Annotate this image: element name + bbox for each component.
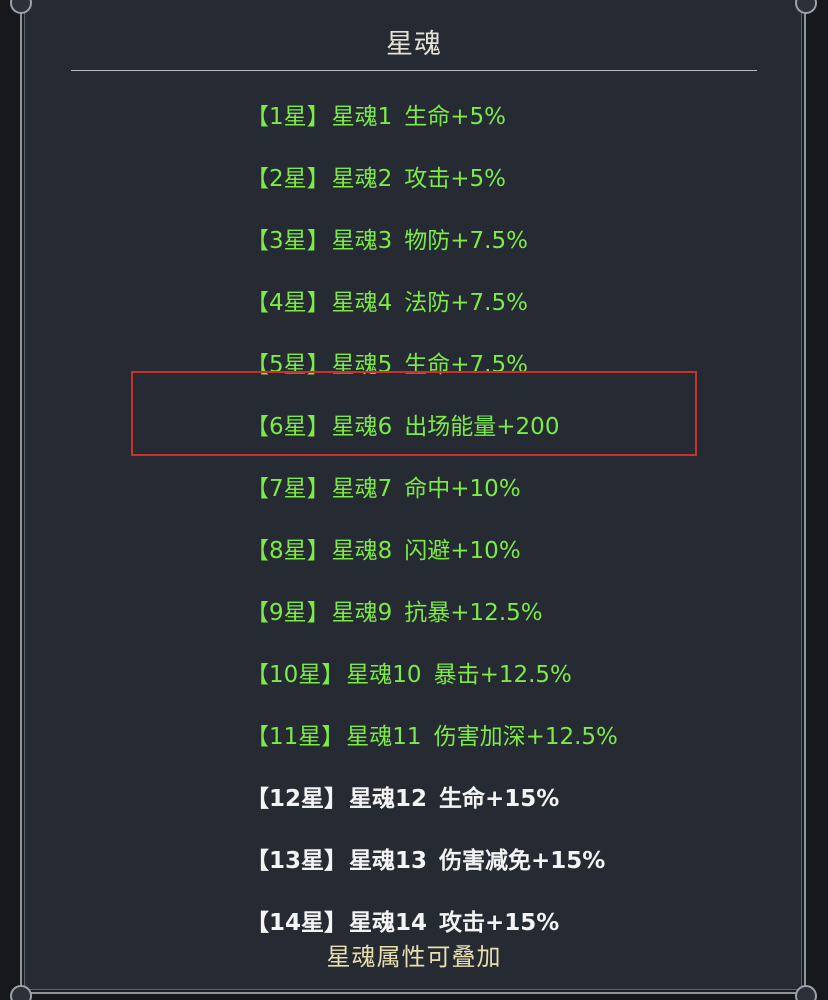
- star-soul-list: 【1星】 星魂1 生命+5% 【2星】 星魂2 攻击+5% 【3星】 星魂3 物…: [246, 83, 618, 951]
- tier-label: 【1星】: [246, 104, 330, 130]
- soul-name: 星魂9: [331, 600, 393, 626]
- list-item: 【2星】 星魂2 攻击+5%: [246, 145, 618, 207]
- soul-effect: 暴击+12.5%: [433, 662, 572, 688]
- soul-effect: 伤害加深+12.5%: [433, 724, 618, 750]
- tier-label: 【10星】: [246, 662, 345, 688]
- tier-label: 【11星】: [246, 724, 345, 750]
- soul-name: 星魂1: [331, 104, 393, 130]
- soul-name: 星魂13: [349, 848, 428, 874]
- soul-name: 星魂14: [349, 910, 428, 936]
- soul-effect: 伤害减免+15%: [439, 848, 606, 874]
- soul-effect: 攻击+5%: [404, 166, 507, 192]
- soul-name: 星魂10: [346, 662, 422, 688]
- soul-effect: 法防+7.5%: [404, 290, 528, 316]
- tier-label: 【9星】: [246, 600, 330, 626]
- list-item: 【12星】 星魂12 生命+15%: [246, 765, 618, 827]
- list-item: 【9星】 星魂9 抗暴+12.5%: [246, 579, 618, 641]
- soul-name: 星魂8: [331, 538, 393, 564]
- soul-effect: 命中+10%: [404, 476, 521, 502]
- list-item: 【1星】 星魂1 生命+5%: [246, 83, 618, 145]
- soul-effect: 闪避+10%: [404, 538, 521, 564]
- corner-ornament-icon: [795, 985, 817, 1000]
- highlight-box: [131, 371, 697, 456]
- list-item: 【7星】 星魂7 命中+10%: [246, 455, 618, 517]
- soul-name: 星魂7: [331, 476, 393, 502]
- tier-label: 【14星】: [246, 910, 348, 936]
- tier-label: 【4星】: [246, 290, 330, 316]
- tier-label: 【2星】: [246, 166, 330, 192]
- soul-name: 星魂12: [349, 786, 428, 812]
- list-item: 【10星】 星魂10 暴击+12.5%: [246, 641, 618, 703]
- list-item: 【13星】 星魂13 伤害减免+15%: [246, 827, 618, 889]
- soul-effect: 生命+15%: [439, 786, 560, 812]
- soul-name: 星魂4: [331, 290, 393, 316]
- soul-name: 星魂2: [331, 166, 393, 192]
- title-divider: [71, 70, 757, 71]
- tier-label: 【3星】: [246, 228, 330, 254]
- soul-effect: 抗暴+12.5%: [404, 600, 543, 626]
- soul-name: 星魂11: [346, 724, 422, 750]
- tier-label: 【12星】: [246, 786, 348, 812]
- tier-label: 【8星】: [246, 538, 330, 564]
- list-item: 【11星】 星魂11 伤害加深+12.5%: [246, 703, 618, 765]
- list-item: 【3星】 星魂3 物防+7.5%: [246, 207, 618, 269]
- list-item: 【4星】 星魂4 法防+7.5%: [246, 269, 618, 331]
- panel-title: 星魂: [386, 29, 442, 60]
- corner-ornament-icon: [10, 985, 32, 1000]
- soul-name: 星魂3: [331, 228, 393, 254]
- tier-label: 【7星】: [246, 476, 330, 502]
- tier-label: 【13星】: [246, 848, 348, 874]
- list-item: 【8星】 星魂8 闪避+10%: [246, 517, 618, 579]
- soul-effect: 攻击+15%: [439, 910, 560, 936]
- stacking-note: 星魂属性可叠加: [326, 943, 502, 971]
- soul-effect: 生命+5%: [404, 104, 507, 130]
- soul-effect: 物防+7.5%: [404, 228, 528, 254]
